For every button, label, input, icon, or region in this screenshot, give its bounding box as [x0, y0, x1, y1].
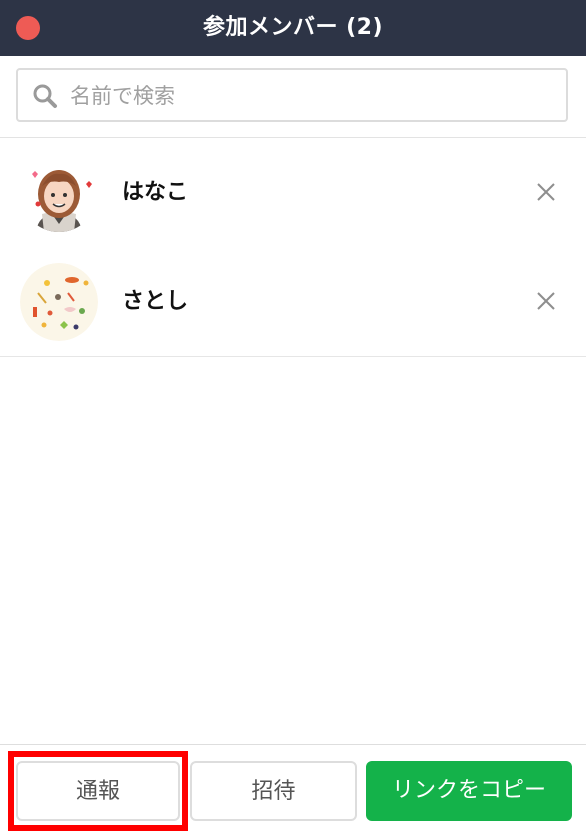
footer-actions: 通報 招待 リンクをコピー [0, 744, 586, 837]
avatar [20, 263, 98, 341]
copy-link-button[interactable]: リンクをコピー [366, 761, 572, 821]
search-area [0, 56, 586, 138]
search-icon [33, 84, 57, 108]
avatar [20, 154, 98, 232]
report-button[interactable]: 通報 [16, 761, 180, 821]
member-row-satoshi[interactable]: さとし [0, 247, 586, 357]
remove-member-icon[interactable] [534, 289, 558, 313]
window-title: 参加メンバー (2) [202, 15, 384, 40]
search-box[interactable] [16, 68, 568, 122]
search-input[interactable] [68, 70, 552, 122]
title-bar: 参加メンバー (2) [0, 0, 586, 56]
member-name: はなこ [122, 180, 189, 205]
invite-button[interactable]: 招待 [190, 761, 357, 821]
remove-member-icon[interactable] [534, 180, 558, 204]
member-row-hanako[interactable]: はなこ [0, 138, 586, 248]
member-name: さとし [122, 289, 189, 314]
